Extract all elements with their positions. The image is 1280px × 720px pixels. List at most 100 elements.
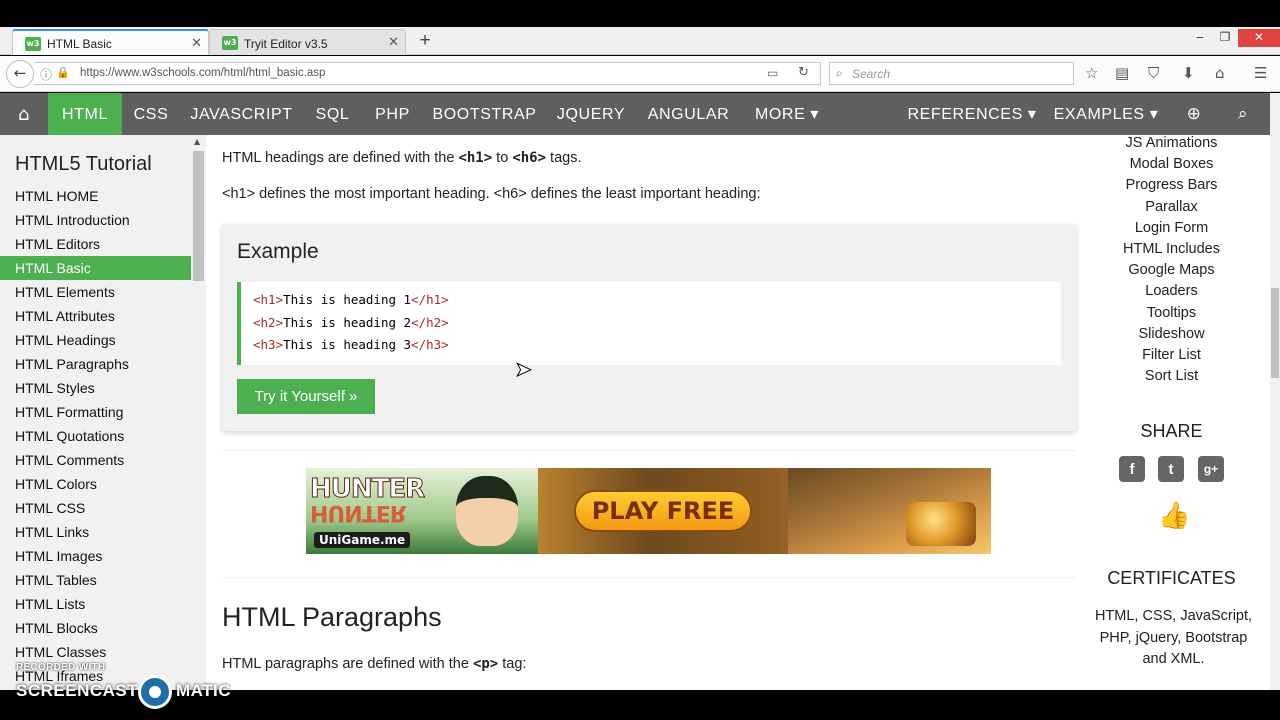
- minimize-button[interactable]: ‒: [1186, 29, 1214, 47]
- right-link[interactable]: Sort List: [1086, 368, 1257, 384]
- sidebar-item[interactable]: HTML Comments: [0, 448, 191, 472]
- pocket-icon[interactable]: ⛉: [1148, 64, 1159, 82]
- sidebar-item[interactable]: HTML Styles: [0, 376, 191, 400]
- code-tag: </h1>: [411, 292, 449, 307]
- back-button[interactable]: ←: [6, 60, 34, 88]
- nav-php[interactable]: PHP: [362, 93, 423, 135]
- paragraphs-intro-text: HTML paragraphs are defined with the <p>…: [222, 656, 526, 672]
- ad-game-scene-image: [788, 468, 991, 554]
- nav-javascript[interactable]: JAVASCRIPT: [180, 93, 303, 135]
- right-link[interactable]: Tooltips: [1086, 305, 1257, 321]
- sidebar-item[interactable]: HTML Paragraphs: [0, 352, 191, 376]
- right-link[interactable]: Login Form: [1086, 220, 1257, 236]
- home-icon[interactable]: ⌂: [0, 93, 48, 135]
- tab-tryit-editor[interactable]: w3 Tryit Editor v3.5 ✕: [209, 29, 406, 55]
- text: to: [492, 150, 513, 166]
- right-link[interactable]: JS Animations: [1086, 135, 1257, 151]
- thumbs-up-icon[interactable]: 👍: [1158, 501, 1190, 531]
- page-scroll-thumb[interactable]: [1271, 288, 1279, 378]
- scroll-up-icon[interactable]: ▲: [194, 137, 200, 146]
- try-it-yourself-button[interactable]: Try it Yourself »: [237, 379, 375, 414]
- main-content: HTML headings are defined with the <h1> …: [206, 135, 1086, 690]
- code-tag: </h3>: [411, 337, 449, 352]
- globe-icon[interactable]: ⊕: [1172, 93, 1216, 135]
- w3schools-favicon-icon: w3: [222, 36, 238, 50]
- right-link[interactable]: Loaders: [1086, 283, 1257, 299]
- sidebar-item[interactable]: HTML Quotations: [0, 424, 191, 448]
- right-link[interactable]: Filter List: [1086, 347, 1257, 363]
- address-bar[interactable]: ⓘ 🔒 https://www.w3schools.com/html/html_…: [34, 62, 821, 85]
- home-icon[interactable]: ⌂: [1215, 64, 1225, 82]
- download-icon[interactable]: ⬇: [1182, 64, 1195, 82]
- nav-sql[interactable]: SQL: [303, 93, 362, 135]
- sidebar-scrollbar[interactable]: ▲: [191, 135, 206, 690]
- twitter-icon[interactable]: t: [1158, 456, 1184, 482]
- right-link[interactable]: Slideshow: [1086, 326, 1257, 342]
- sidebar-item[interactable]: HTML Attributes: [0, 304, 191, 328]
- sidebar-item[interactable]: HTML Elements: [0, 280, 191, 304]
- sidebar-item[interactable]: HTML Blocks: [0, 616, 191, 640]
- sidebar-scroll-thumb[interactable]: [193, 151, 204, 281]
- right-column: JS Animations Modal Boxes Progress Bars Par…: [1086, 135, 1270, 690]
- text: HTML headings are defined with the: [222, 150, 459, 166]
- close-tab-icon[interactable]: ✕: [388, 35, 399, 50]
- nav-examples-dropdown[interactable]: EXAMPLES ▾: [1044, 93, 1168, 135]
- example-title: Example: [237, 240, 319, 263]
- right-link[interactable]: Parallax: [1086, 199, 1257, 215]
- reader-view-icon[interactable]: ▭: [767, 66, 778, 80]
- nav-css[interactable]: CSS: [122, 93, 180, 135]
- browser-tab-bar: w3 HTML Basic ✕ w3 Tryit Editor v3.5 ✕ +…: [0, 27, 1280, 55]
- code-tag: <h3>: [253, 337, 284, 352]
- facebook-icon[interactable]: f: [1119, 456, 1145, 482]
- certificates-text[interactable]: HTML, CSS, JavaScript, PHP, jQuery, Boot…: [1088, 606, 1259, 671]
- code-text: This is heading 3: [283, 337, 412, 352]
- lock-warning-icon[interactable]: 🔒: [56, 66, 70, 79]
- share-title: SHARE: [1140, 421, 1203, 441]
- nav-jquery[interactable]: JQUERY: [546, 93, 636, 135]
- sidebar-item[interactable]: HTML Images: [0, 544, 191, 568]
- url-text[interactable]: https://www.w3schools.com/html/html_basi…: [80, 67, 325, 79]
- nav-references-dropdown[interactable]: REFERENCES ▾: [900, 93, 1044, 135]
- sidebar-item[interactable]: HTML CSS: [0, 496, 191, 520]
- right-link[interactable]: HTML Includes: [1086, 241, 1257, 257]
- sidebar-item[interactable]: HTML Headings: [0, 328, 191, 352]
- watermark-recorded-with: RECORDED WITH: [16, 662, 106, 673]
- ad-play-free-button[interactable]: PLAY FREE: [574, 490, 752, 532]
- tab-html-basic[interactable]: w3 HTML Basic ✕: [12, 29, 209, 55]
- advertisement-banner[interactable]: HUNTER HUNTER UniGame.me PLAY FREE: [306, 468, 991, 554]
- reading-list-icon[interactable]: ▤: [1115, 64, 1129, 82]
- new-tab-button[interactable]: +: [414, 30, 436, 52]
- nav-more-dropdown[interactable]: MORE ▾: [741, 93, 833, 135]
- star-icon[interactable]: ☆: [1085, 64, 1098, 82]
- menu-icon[interactable]: ☰: [1254, 64, 1267, 82]
- sidebar-item[interactable]: HTML Classes: [0, 640, 191, 664]
- google-plus-icon[interactable]: g+: [1198, 456, 1224, 482]
- sidebar-item[interactable]: HTML Tables: [0, 568, 191, 592]
- sidebar-item[interactable]: HTML Formatting: [0, 400, 191, 424]
- nav-html[interactable]: HTML: [48, 93, 122, 135]
- code-text: This is heading 2: [283, 315, 412, 330]
- sidebar-item[interactable]: HTML Lists: [0, 592, 191, 616]
- sidebar-item[interactable]: HTML Colors: [0, 472, 191, 496]
- sidebar-item[interactable]: HTML Links: [0, 520, 191, 544]
- code-tag: <h2>: [253, 315, 284, 330]
- search-input[interactable]: ⌕ Search: [829, 62, 1074, 85]
- right-link[interactable]: Google Maps: [1086, 262, 1257, 278]
- right-link[interactable]: Progress Bars: [1086, 177, 1257, 193]
- reload-icon[interactable]: ↻: [798, 65, 809, 80]
- maximize-button[interactable]: ❐: [1211, 29, 1239, 47]
- right-link[interactable]: Modal Boxes: [1086, 156, 1257, 172]
- page-scrollbar[interactable]: [1270, 93, 1280, 690]
- window-close-button[interactable]: ✕: [1238, 29, 1280, 47]
- info-icon[interactable]: ⓘ: [40, 66, 52, 83]
- tab-title: Tryit Editor v3.5: [244, 37, 328, 51]
- sidebar-item[interactable]: HTML Introduction: [0, 208, 191, 232]
- nav-angular[interactable]: ANGULAR: [636, 93, 741, 135]
- nav-bootstrap[interactable]: BOOTSTRAP: [423, 93, 546, 135]
- sidebar-item[interactable]: HTML Editors: [0, 232, 191, 256]
- sidebar-item[interactable]: HTML HOME: [0, 184, 191, 208]
- close-tab-icon[interactable]: ✕: [191, 36, 202, 51]
- watermark-brand-left: SCREENCAST: [16, 681, 139, 700]
- sidebar-item[interactable]: HTML Basic: [0, 256, 191, 280]
- search-icon[interactable]: ⌕: [1220, 93, 1266, 135]
